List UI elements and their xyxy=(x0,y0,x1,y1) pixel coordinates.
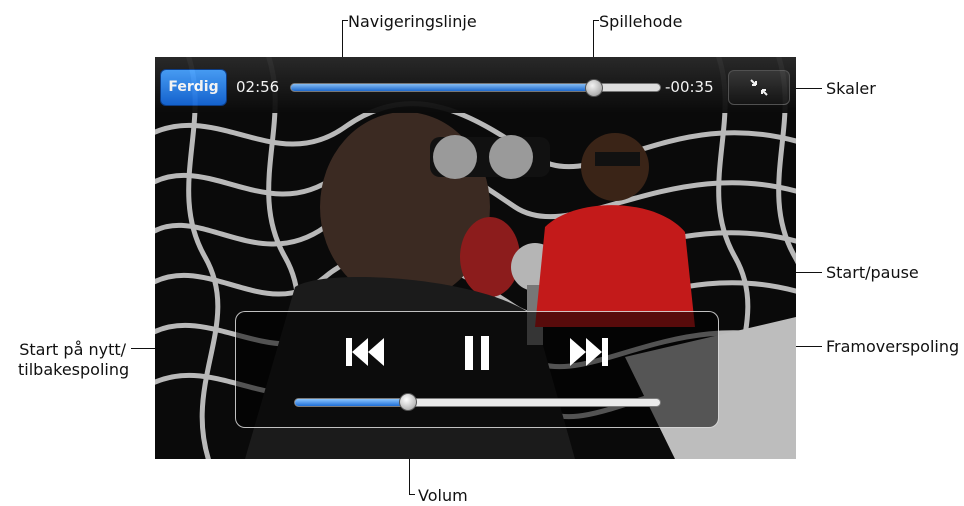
callout-volume: Volum xyxy=(418,486,468,505)
callout-restart-rewind: Start på nytt/ tilbakespoling xyxy=(18,340,130,380)
next-track-icon[interactable] xyxy=(566,332,610,372)
callout-fast-forward: Framoverspoling xyxy=(826,337,960,356)
leader-volume-h xyxy=(409,494,415,495)
callout-playhead: Spillehode xyxy=(599,12,683,31)
playhead[interactable] xyxy=(585,79,604,97)
volume-knob[interactable] xyxy=(398,393,417,411)
volume-slider[interactable] xyxy=(294,398,661,407)
callout-restart-rewind-line2: tilbakespoling xyxy=(18,360,130,379)
elapsed-time: 02:56 xyxy=(236,78,280,96)
callout-scrubber-bar: Navigeringslinje xyxy=(348,12,477,31)
top-control-bar: Ferdig 02:56 -00:35 xyxy=(155,57,796,113)
remaining-time: -00:35 xyxy=(665,78,714,96)
callout-play-pause: Start/pause xyxy=(826,263,919,282)
callout-scale: Skaler xyxy=(826,79,876,98)
volume-fill xyxy=(295,399,409,406)
scrubber-fill xyxy=(291,84,594,91)
callout-restart-rewind-line1: Start på nytt/ xyxy=(19,340,126,359)
previous-track-icon[interactable] xyxy=(344,332,388,372)
pause-icon[interactable] xyxy=(463,332,491,374)
scrubber-bar[interactable] xyxy=(290,83,661,92)
video-frame[interactable]: Ferdig 02:56 -00:35 xyxy=(155,57,796,459)
done-button[interactable]: Ferdig xyxy=(160,69,227,106)
scale-icon xyxy=(750,79,768,96)
scale-button[interactable] xyxy=(728,70,790,105)
playback-controls-panel xyxy=(235,311,719,428)
